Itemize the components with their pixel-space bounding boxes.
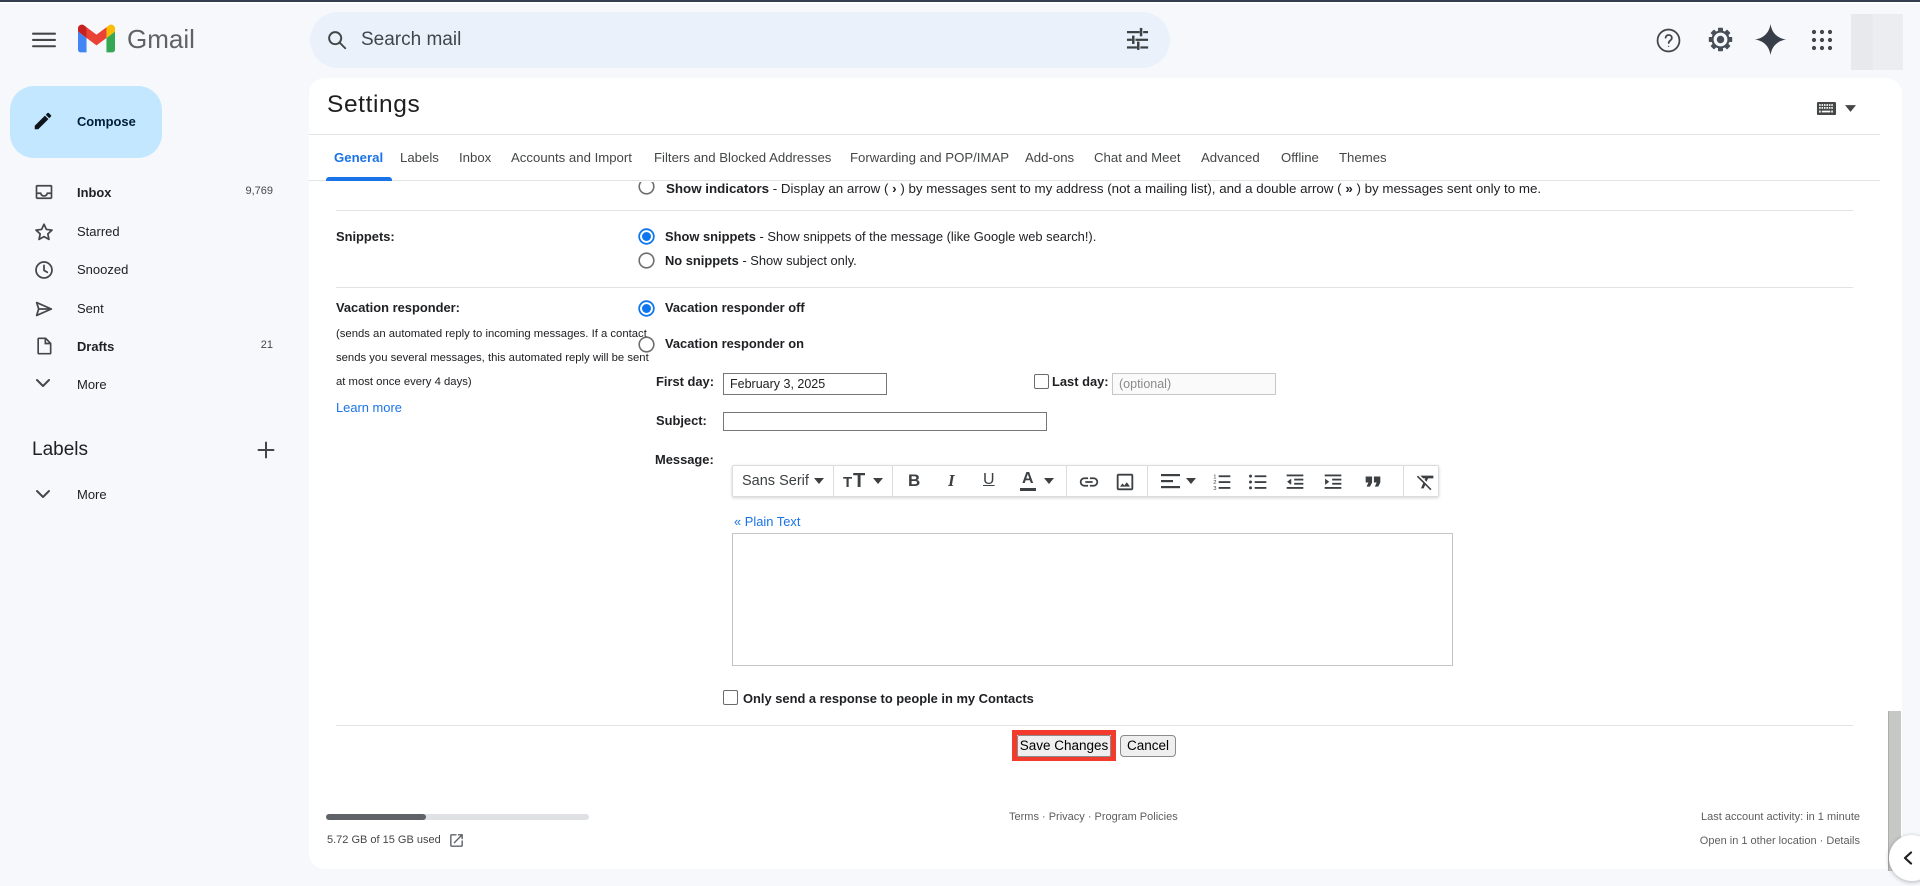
- svg-text:3: 3: [1213, 486, 1216, 492]
